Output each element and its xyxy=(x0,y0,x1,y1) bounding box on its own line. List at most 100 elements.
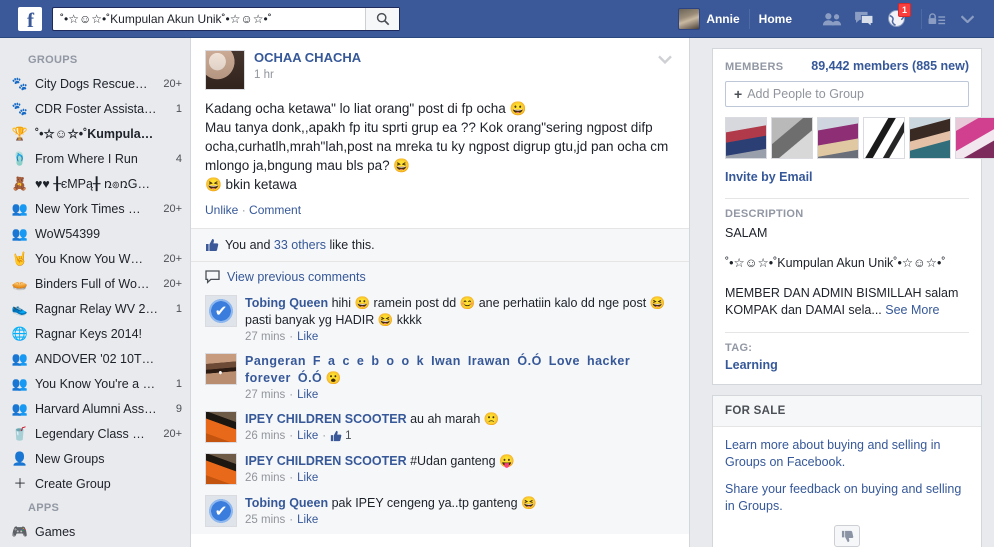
member-thumb-2[interactable] xyxy=(771,117,813,159)
post-message: Kadang ocha ketawa" lo liat orang" post … xyxy=(191,90,689,194)
for-sale-paragraph[interactable]: Learn more about buying and selling in G… xyxy=(725,437,969,471)
search-icon xyxy=(376,12,389,25)
sidebar-group-item-15[interactable]: 🥤 Legendary Class … 20+ xyxy=(0,421,190,446)
sidebar-group-item-7[interactable]: 👥 WoW54399 xyxy=(0,221,190,246)
sidebar-group-item-13[interactable]: 👥 You Know You're a … 1 xyxy=(0,371,190,396)
nav-right-cluster: Annie Home 1 xyxy=(669,0,994,38)
see-more-link[interactable]: See More xyxy=(885,303,939,317)
top-navigation-bar: f Annie Home xyxy=(0,0,994,38)
description-line: MEMBER DAN ADMIN BISMILLAH salam KOMPAK … xyxy=(725,285,969,319)
comment-like-count[interactable]: 1 xyxy=(330,430,351,442)
profile-link[interactable]: Annie xyxy=(669,0,748,38)
for-sale-card: FOR SALE Learn more about buying and sel… xyxy=(712,395,982,547)
sidebar-group-item-1[interactable]: 🐾 City Dogs Rescue… 20+ xyxy=(0,71,190,96)
comment-like-button[interactable]: Like xyxy=(297,430,318,442)
sidebar-group-item-2[interactable]: 🐾 CDR Foster Assista… 1 xyxy=(0,96,190,121)
facebook-logo[interactable]: f xyxy=(18,6,42,31)
member-thumb-6[interactable] xyxy=(955,117,994,159)
comment-like-button[interactable]: Like xyxy=(297,331,318,343)
comment-text: Pangeran F a c e b o o k Iwan Irawan Ó.Ó… xyxy=(245,354,631,385)
comment-like-button[interactable]: Like xyxy=(297,389,318,401)
members-title: MEMBERS xyxy=(725,61,784,73)
comment-timestamp[interactable]: 26 mins xyxy=(245,472,285,484)
sidebar-app-item-1[interactable]: 🎮 Games xyxy=(0,519,190,544)
comment-timestamp[interactable]: 25 mins xyxy=(245,514,285,526)
home-link[interactable]: Home xyxy=(750,0,801,38)
add-people-input[interactable]: + Add People to Group xyxy=(725,81,969,107)
post-timestamp[interactable]: 1 hr xyxy=(254,69,361,81)
commenter-avatar-tobing-queen[interactable] xyxy=(205,295,237,327)
social-context-band: You and 33 others like this. View previo… xyxy=(191,228,689,534)
sidebar-group-item-label: Binders Full of Wo… xyxy=(35,276,150,291)
member-thumb-1[interactable] xyxy=(725,117,767,159)
sidebar-group-item-11[interactable]: 🌐 Ragnar Keys 2014! xyxy=(0,321,190,346)
comment-button[interactable]: Comment xyxy=(249,203,301,217)
sidebar-group-item-16[interactable]: 👤 New Groups xyxy=(0,446,190,471)
for-sale-paragraph[interactable]: Share your feedback on buying and sellin… xyxy=(725,481,969,515)
notification-icons: 1 xyxy=(817,0,911,38)
separator: · xyxy=(289,514,294,526)
sidebar-group-item-10[interactable]: 👟 Ragnar Relay WV 2… 1 xyxy=(0,296,190,321)
invite-by-email-link[interactable]: Invite by Email xyxy=(725,170,969,184)
globe-icon: 🌐 xyxy=(11,326,29,341)
search-input[interactable] xyxy=(53,7,365,30)
comment-timestamp[interactable]: 27 mins xyxy=(245,389,285,401)
sidebar-group-item-8[interactable]: 🤘 You Know You W… 20+ xyxy=(0,246,190,271)
sidebar-group-item-unread-count: 20+ xyxy=(163,252,182,265)
privacy-shortcuts-button[interactable] xyxy=(922,0,952,38)
post-line: 😆 bkin ketawa xyxy=(205,177,297,192)
comment-body: Tobing Queen hihi 😀 ramein post dd 😊 ane… xyxy=(245,295,675,343)
sidebar-group-item-14[interactable]: 👥 Harvard Alumni Ass… 9 xyxy=(0,396,190,421)
comment-bubble-icon xyxy=(205,270,220,284)
friend-requests-button[interactable] xyxy=(817,0,847,38)
sidebar-group-item-17[interactable]: ＋ Create Group xyxy=(0,471,190,496)
sidebar-app-item-label: Games xyxy=(35,524,76,539)
comment-author-link[interactable]: Pangeran F a c e b o o k Iwan Irawan Ó.Ó… xyxy=(245,354,630,385)
comment-item: IPEY CHILDREN SCOOTER #Udan ganteng 😛 26 … xyxy=(191,450,689,492)
sidebar-group-item-label: City Dogs Rescue… xyxy=(35,76,148,91)
post-options-button[interactable] xyxy=(655,50,675,68)
post-author-avatar[interactable] xyxy=(205,50,245,90)
sidebar-group-item-12[interactable]: 👥 ANDOVER '02 10T… xyxy=(0,346,190,371)
member-thumb-3[interactable] xyxy=(817,117,859,159)
comment-author-link[interactable]: IPEY CHILDREN SCOOTER xyxy=(245,454,407,468)
comment-author-link[interactable]: Tobing Queen xyxy=(245,296,328,310)
groups-list: 🐾 City Dogs Rescue… 20+ 🐾 CDR Foster Assista… xyxy=(0,71,190,496)
others-link[interactable]: 33 others xyxy=(274,238,326,252)
for-sale-feedback-button[interactable] xyxy=(834,525,860,547)
view-previous-comments-button[interactable]: View previous comments xyxy=(191,261,689,292)
commenter-avatar-tobing-queen-2[interactable] xyxy=(205,495,237,527)
commenter-avatar-ipey-1[interactable] xyxy=(205,411,237,443)
messages-button[interactable] xyxy=(849,0,879,38)
tag-value-link[interactable]: Learning xyxy=(725,358,778,372)
sidebar-group-item-6[interactable]: 👥 New York Times … 20+ xyxy=(0,196,190,221)
comment-like-button[interactable]: Like xyxy=(297,514,318,526)
member-thumb-5[interactable] xyxy=(909,117,951,159)
left-sidebar[interactable]: GROUPS 🐾 City Dogs Rescue… 20+ 🐾 CDR Foster … xyxy=(0,38,190,547)
sidebar-group-item-4[interactable]: 🩴 From Where I Run 4 xyxy=(0,146,190,171)
member-thumb-4[interactable] xyxy=(863,117,905,159)
commenter-avatar-ipey-2[interactable] xyxy=(205,453,237,485)
sidebar-group-item-label: ANDOVER '02 10T… xyxy=(35,351,155,366)
comment-author-link[interactable]: IPEY CHILDREN SCOOTER xyxy=(245,412,407,426)
search-box[interactable] xyxy=(52,6,400,31)
unlike-button[interactable]: Unlike xyxy=(205,203,238,217)
sidebar-group-item-3[interactable]: 🏆 ˚•☆☺☆•˚Kumpula… xyxy=(0,121,190,146)
sidebar-group-item-5[interactable]: 🧸 ♥♥ ╂єMPą╂ ռ๏ռG… xyxy=(0,171,190,196)
sidebar-group-item-9[interactable]: 🥧 Binders Full of Wo… 20+ xyxy=(0,271,190,296)
post-author-name[interactable]: OCHAA CHACHA xyxy=(254,50,361,66)
notifications-button[interactable]: 1 xyxy=(881,0,911,38)
search-button[interactable] xyxy=(365,7,399,30)
bear-icon: 🧸 xyxy=(11,176,29,191)
games-icon: 🎮 xyxy=(11,524,29,539)
comment-author-link[interactable]: Tobing Queen xyxy=(245,496,328,510)
comment-timestamp[interactable]: 26 mins xyxy=(245,430,285,442)
avatar xyxy=(678,7,701,30)
add-people-placeholder: Add People to Group xyxy=(747,87,864,101)
comment-like-button[interactable]: Like xyxy=(297,472,318,484)
sidebar-group-item-unread-count: 4 xyxy=(175,152,182,165)
members-count[interactable]: 89,442 members (885 new) xyxy=(811,59,969,73)
comment-timestamp[interactable]: 27 mins xyxy=(245,331,285,343)
account-menu-button[interactable] xyxy=(952,0,982,38)
commenter-avatar-pangeran[interactable] xyxy=(205,353,237,385)
